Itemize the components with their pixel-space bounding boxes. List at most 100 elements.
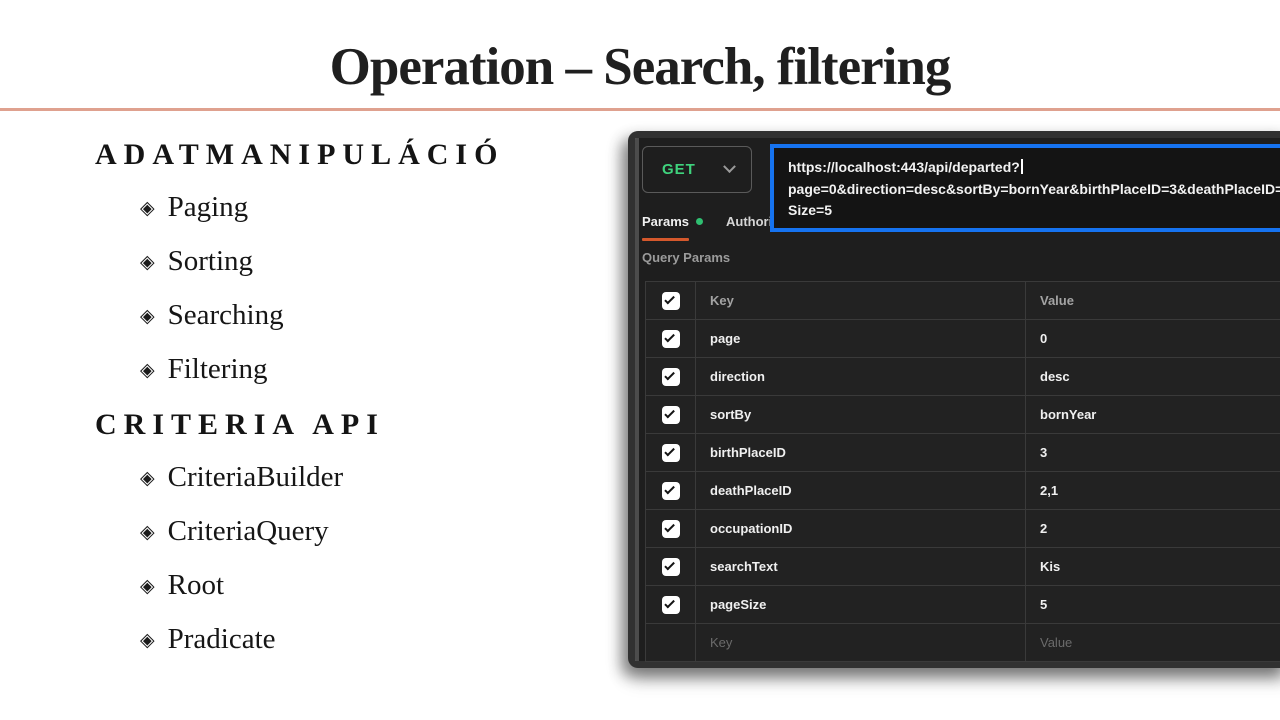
key-cell[interactable]: Key (696, 624, 1026, 661)
table-row: birthPlaceID 3 (646, 434, 1280, 472)
list-item: ◈ Paging (140, 180, 504, 234)
checkmark-icon (664, 294, 675, 305)
list-item: ◈ Filtering (140, 342, 504, 396)
row-checkbox[interactable] (662, 330, 680, 348)
list-item: ◈ Sorting (140, 234, 504, 288)
key-header-cell: Key (696, 282, 1026, 319)
checkmark-icon (664, 446, 675, 457)
key-cell[interactable]: birthPlaceID (696, 434, 1026, 471)
method-label: GET (662, 161, 696, 178)
table-row: pageSize 5 (646, 586, 1280, 624)
url-line-3: Size=5 (788, 200, 1280, 222)
checkbox-cell (646, 320, 696, 357)
value-cell[interactable]: 0 (1026, 320, 1280, 357)
accent-divider (0, 108, 1280, 111)
placeholder-row: Key Value (646, 624, 1280, 662)
checkmark-icon (664, 370, 675, 381)
active-tab-underline (642, 238, 689, 241)
key-cell[interactable]: deathPlaceID (696, 472, 1026, 509)
postman-panel: GET Params Authorization https://localho… (628, 131, 1280, 668)
list-item-label: CriteriaQuery (168, 515, 329, 548)
url-input[interactable]: https://localhost:443/api/departed? page… (770, 144, 1280, 232)
list-item-label: CriteriaBuilder (168, 461, 344, 494)
value-cell[interactable]: Kis (1026, 548, 1280, 585)
tab-params-label: Params (642, 214, 689, 229)
section-heading: CRITERIA API (95, 406, 385, 444)
params-table: Key Value page 0 direction desc sortBy b… (645, 281, 1280, 662)
list-item: ◈ Root (140, 558, 385, 612)
value-cell[interactable]: bornYear (1026, 396, 1280, 433)
bullet-list: ◈ Paging ◈ Sorting ◈ Searching ◈ Filteri… (95, 180, 504, 396)
value-header-cell: Value (1026, 282, 1280, 319)
value-cell[interactable]: 2 (1026, 510, 1280, 547)
key-cell[interactable]: pageSize (696, 586, 1026, 623)
row-checkbox[interactable] (662, 596, 680, 614)
key-cell[interactable]: occupationID (696, 510, 1026, 547)
list-item-label: Filtering (168, 353, 268, 386)
checkbox-cell (646, 396, 696, 433)
select-all-checkbox[interactable] (662, 292, 680, 310)
panel-frame-highlight (635, 138, 639, 661)
key-cell[interactable]: page (696, 320, 1026, 357)
diamond-bullet-icon: ◈ (140, 467, 155, 489)
diamond-bullet-icon: ◈ (140, 575, 155, 597)
diamond-bullet-icon: ◈ (140, 251, 155, 273)
query-params-label: Query Params (642, 250, 730, 265)
section-adatmanipulacio: ADATMANIPULÁCIÓ ◈ Paging ◈ Sorting ◈ Sea… (95, 136, 504, 396)
checkmark-icon (664, 332, 675, 343)
list-item: ◈ Pradicate (140, 612, 385, 666)
list-item-label: Paging (168, 191, 249, 224)
select-all-cell (646, 282, 696, 319)
row-checkbox[interactable] (662, 406, 680, 424)
section-criteria-api: CRITERIA API ◈ CriteriaBuilder ◈ Criteri… (95, 406, 385, 666)
list-item-label: Sorting (168, 245, 253, 278)
diamond-bullet-icon: ◈ (140, 305, 155, 327)
checkmark-icon (664, 484, 675, 495)
row-checkbox[interactable] (662, 520, 680, 538)
list-item: ◈ CriteriaBuilder (140, 450, 385, 504)
params-active-dot-icon (696, 218, 703, 225)
url-line-2: page=0&direction=desc&sortBy=bornYear&bi… (788, 179, 1280, 201)
text-caret-icon (1021, 159, 1023, 174)
list-item: ◈ Searching (140, 288, 504, 342)
tab-params[interactable]: Params (642, 214, 703, 229)
key-cell[interactable]: direction (696, 358, 1026, 395)
row-checkbox[interactable] (662, 368, 680, 386)
value-cell[interactable]: desc (1026, 358, 1280, 395)
table-row: page 0 (646, 320, 1280, 358)
value-cell[interactable]: 2,1 (1026, 472, 1280, 509)
table-row: searchText Kis (646, 548, 1280, 586)
value-cell[interactable]: 3 (1026, 434, 1280, 471)
list-item-label: Pradicate (168, 623, 276, 656)
checkmark-icon (664, 598, 675, 609)
checkbox-cell (646, 586, 696, 623)
bullet-list: ◈ CriteriaBuilder ◈ CriteriaQuery ◈ Root… (95, 450, 385, 666)
list-item-label: Root (168, 569, 224, 602)
table-row: sortBy bornYear (646, 396, 1280, 434)
value-cell[interactable]: 5 (1026, 586, 1280, 623)
checkmark-icon (664, 560, 675, 571)
row-checkbox[interactable] (662, 558, 680, 576)
list-item: ◈ CriteriaQuery (140, 504, 385, 558)
checkbox-cell (646, 358, 696, 395)
key-cell[interactable]: searchText (696, 548, 1026, 585)
checkbox-cell (646, 434, 696, 471)
url-line-1: https://localhost:443/api/departed? (788, 157, 1280, 179)
method-dropdown[interactable]: GET (642, 146, 752, 193)
table-header-row: Key Value (646, 282, 1280, 320)
diamond-bullet-icon: ◈ (140, 359, 155, 381)
list-item-label: Searching (168, 299, 284, 332)
row-checkbox[interactable] (662, 482, 680, 500)
table-row: direction desc (646, 358, 1280, 396)
checkbox-cell (646, 472, 696, 509)
diamond-bullet-icon: ◈ (140, 521, 155, 543)
section-heading: ADATMANIPULÁCIÓ (95, 136, 504, 174)
diamond-bullet-icon: ◈ (140, 197, 155, 219)
table-row: deathPlaceID 2,1 (646, 472, 1280, 510)
row-checkbox[interactable] (662, 444, 680, 462)
diamond-bullet-icon: ◈ (140, 629, 155, 651)
checkbox-cell (646, 510, 696, 547)
value-cell[interactable]: Value (1026, 624, 1280, 661)
chevron-down-icon (723, 160, 736, 173)
key-cell[interactable]: sortBy (696, 396, 1026, 433)
